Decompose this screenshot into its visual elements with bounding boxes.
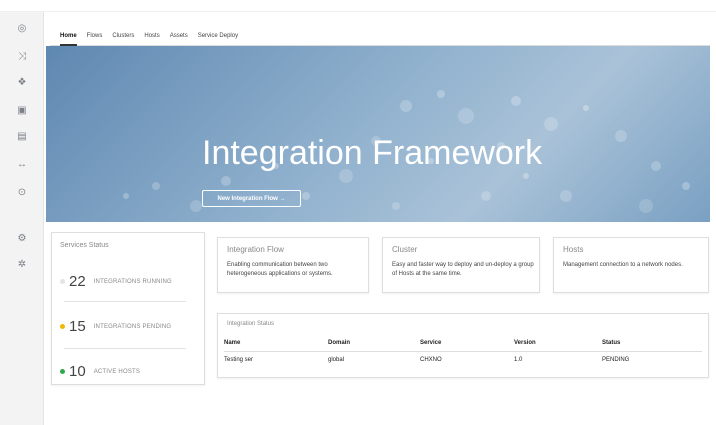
- hosts-card[interactable]: Hosts Management connection to a network…: [553, 237, 709, 293]
- stat-count: 10: [69, 363, 86, 380]
- status-dot-green: [60, 369, 65, 374]
- integration-status-card: Integration Status Name Domain Service V…: [217, 313, 709, 378]
- tab-service-deploy[interactable]: Service Deploy: [198, 26, 238, 46]
- tab-hosts[interactable]: Hosts: [144, 26, 159, 46]
- column-header: Status: [602, 336, 702, 352]
- card-description: Enabling communication between two heter…: [227, 262, 333, 277]
- integration-flow-card[interactable]: Integration Flow Enabling communication …: [217, 237, 369, 293]
- services-status-card: Services Status 22 INTEGRATIONS RUNNING …: [51, 232, 205, 385]
- divider: [64, 301, 186, 302]
- home-icon[interactable]: ◎: [14, 20, 30, 36]
- tab-clusters[interactable]: Clusters: [112, 26, 134, 46]
- table-row[interactable]: Testing ser global CHXNO 1.0 PENDING: [224, 352, 702, 369]
- status-dot-yellow: [60, 324, 65, 329]
- stat-label: ACTIVE HOSTS: [93, 368, 141, 375]
- card-description: Easy and faster way to deploy and un-dep…: [392, 262, 534, 277]
- stat-label: INTEGRATIONS PENDING: [93, 323, 172, 330]
- stat-label: INTEGRATIONS RUNNING: [93, 278, 172, 285]
- stat-integrations-pending: 15 INTEGRATIONS PENDING: [60, 318, 171, 335]
- tab-flows[interactable]: Flows: [87, 26, 103, 46]
- column-header: Version: [514, 336, 602, 352]
- stat-integrations-running: 22 INTEGRATIONS RUNNING: [60, 273, 172, 290]
- integration-status-title: Integration Status: [227, 321, 275, 327]
- tab-assets[interactable]: Assets: [170, 26, 188, 46]
- column-header: Domain: [328, 336, 420, 352]
- assets-icon[interactable]: ▤: [14, 128, 30, 144]
- divider: [64, 348, 186, 349]
- status-dot-grey: [60, 279, 65, 284]
- hero-title: Integration Framework: [202, 134, 543, 172]
- stat-count: 22: [69, 273, 86, 290]
- card-description: Management connection to a network nodes…: [563, 262, 683, 268]
- hosts-icon[interactable]: ▣: [14, 102, 30, 118]
- cell-name: Testing ser: [224, 357, 254, 363]
- services-status-title: Services Status: [60, 242, 109, 249]
- cell-status: PENDING: [602, 357, 630, 363]
- top-bar: [0, 0, 716, 12]
- column-header: Name: [224, 336, 328, 352]
- code-icon[interactable]: ↔: [14, 156, 30, 172]
- hero-banner: Integration Framework New Integration Fl…: [46, 46, 710, 222]
- column-header: Service: [420, 336, 514, 352]
- clusters-icon[interactable]: ❖: [14, 74, 30, 90]
- cell-service: CHXNO: [420, 357, 442, 363]
- integration-status-table: Name Domain Service Version Status Testi…: [224, 336, 702, 368]
- tab-bar: Home Flows Clusters Hosts Assets Service…: [50, 26, 710, 46]
- settings-icon[interactable]: ⚙: [14, 230, 30, 246]
- card-title: Cluster: [392, 245, 418, 254]
- tab-home[interactable]: Home: [60, 26, 77, 46]
- card-title: Hosts: [563, 245, 584, 254]
- monitor-icon[interactable]: ⊙: [14, 184, 30, 200]
- sidebar: ◎ ⤨ ❖ ▣ ▤ ↔ ⊙ ⚙ ✲: [0, 12, 44, 425]
- stat-count: 15: [69, 318, 86, 335]
- new-integration-flow-button[interactable]: New Integration Flow →: [202, 190, 301, 207]
- card-title: Integration Flow: [227, 245, 284, 254]
- gear-icon[interactable]: ✲: [14, 256, 30, 272]
- cluster-card[interactable]: Cluster Easy and faster way to deploy an…: [382, 237, 540, 293]
- table-header-row: Name Domain Service Version Status: [224, 336, 702, 352]
- flows-icon[interactable]: ⤨: [14, 48, 30, 64]
- cell-version: 1.0: [514, 357, 523, 363]
- cell-domain: global: [328, 357, 345, 363]
- stat-active-hosts: 10 ACTIVE HOSTS: [60, 363, 140, 380]
